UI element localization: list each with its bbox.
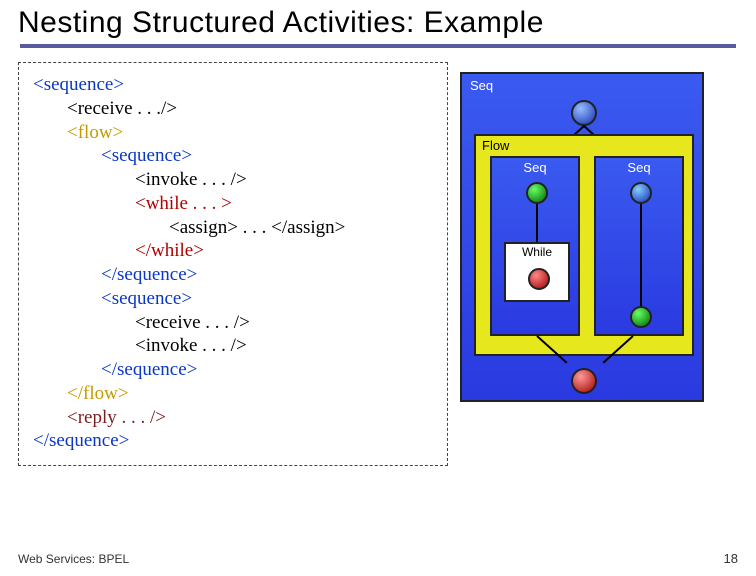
reply-node-icon: [571, 368, 597, 394]
code-line: <invoke . . . />: [33, 168, 433, 192]
inner-sequence-a: Seq While: [490, 156, 580, 336]
code-line: <receive . . . />: [33, 311, 433, 335]
outer-sequence-box: Seq Flow Seq While: [460, 72, 704, 402]
code-line: <sequence>: [33, 144, 433, 168]
code-line: </sequence>: [33, 430, 129, 451]
code-line: </sequence>: [33, 358, 433, 382]
title-underline: [20, 44, 736, 48]
receive-node-icon: [630, 182, 652, 204]
invoke-node-icon: [630, 306, 652, 328]
slide-title: Nesting Structured Activities: Example: [18, 6, 738, 40]
footer-text: Web Services: BPEL: [18, 552, 129, 566]
invoke-node-icon: [526, 182, 548, 204]
code-line: <while . . . >: [33, 192, 433, 216]
code-line: <flow>: [33, 121, 433, 145]
while-box: While: [504, 242, 570, 302]
flow-box: Flow Seq While Seq: [474, 134, 694, 356]
flow-label: Flow: [482, 138, 509, 153]
slide: Nesting Structured Activities: Example <…: [0, 0, 756, 576]
code-line: <sequence>: [33, 287, 433, 311]
page-number: 18: [724, 551, 738, 566]
code-line: <sequence>: [33, 74, 124, 95]
content-row: <sequence> <receive . . ./> <flow> <sequ…: [18, 62, 738, 466]
assign-node-icon: [528, 268, 550, 290]
connector-line: [536, 204, 538, 242]
code-line: </while>: [33, 239, 433, 263]
inner-seq-label: Seq: [596, 160, 682, 175]
code-line: </sequence>: [33, 263, 433, 287]
code-line: <assign> . . . </assign>: [33, 216, 433, 240]
inner-sequence-b: Seq: [594, 156, 684, 336]
inner-seq-label: Seq: [492, 160, 578, 175]
code-line: </flow>: [33, 382, 433, 406]
while-label: While: [506, 245, 568, 259]
receive-node-icon: [571, 100, 597, 126]
code-line: <invoke . . . />: [33, 334, 433, 358]
code-box: <sequence> <receive . . ./> <flow> <sequ…: [18, 62, 448, 466]
connector-line: [640, 204, 642, 306]
code-line: <receive . . ./>: [33, 97, 433, 121]
seq-label: Seq: [470, 78, 493, 93]
diagram: Seq Flow Seq While: [460, 72, 704, 402]
code-line: <reply . . . />: [33, 406, 433, 430]
